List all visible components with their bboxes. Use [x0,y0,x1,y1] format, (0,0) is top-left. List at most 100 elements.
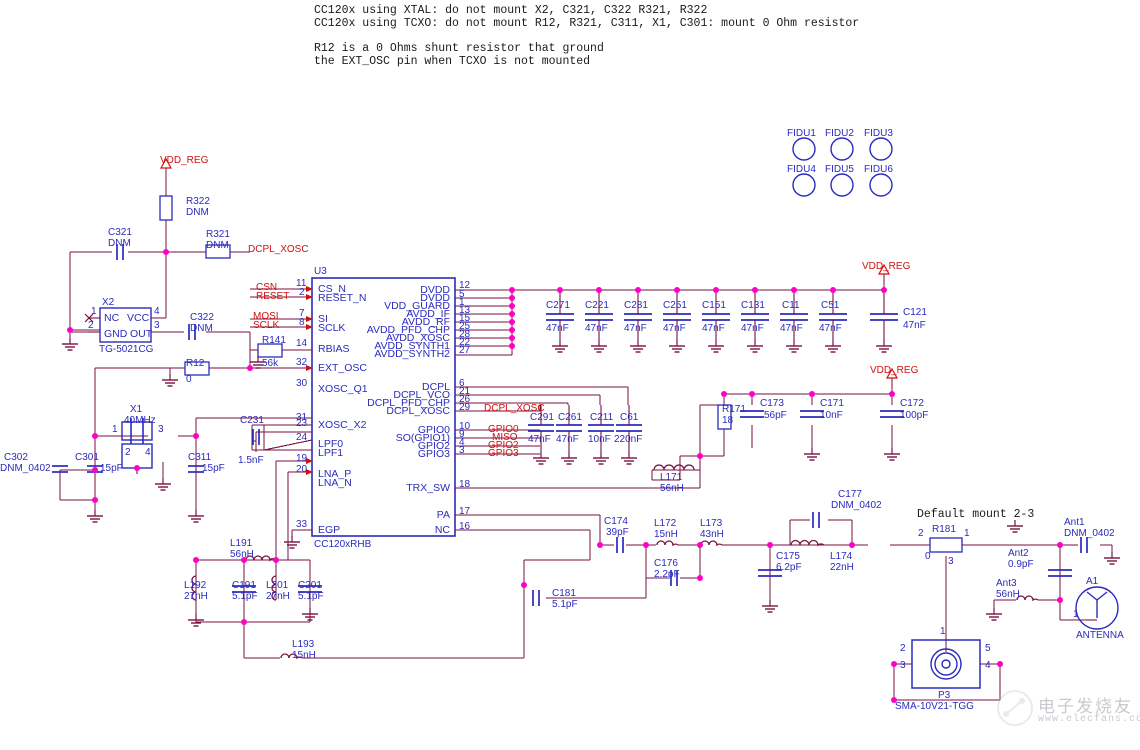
label-r322-val: DNM [186,207,209,218]
label-c291-ref: C291 [530,412,554,423]
sma-pinnum-4: 4 [985,660,991,671]
label-c221-val: 47nF [585,323,608,334]
label-c177-val: DNM_0402 [831,500,882,511]
resistor-r322 [159,195,173,221]
label-c181-val: 5.1pF [552,599,578,610]
ic-pin-gpio3: GPIO3 [417,448,450,460]
label-c171-val: 10nF [820,410,843,421]
net-label-gpio3: GPIO3 [488,448,519,459]
ic-part-number: CC120xRHB [314,539,372,550]
ic-pinnum-23: 23 [296,418,308,429]
label-c174-ref: C174 [604,516,628,527]
label-l174-ref: L174 [830,551,853,562]
ic-pinnum-3: 3 [459,445,465,456]
ic-pin-pa: PA [436,509,450,521]
label-c271-val: 47nF [546,323,569,334]
ic-pinnum-33: 33 [296,519,308,530]
note-line-3: R12 is a 0 Ohms shunt resistor that grou… [314,42,604,55]
label-c261-ref: C261 [558,412,582,423]
label-c131-val: 47nF [741,323,764,334]
antenna-symbol [1075,586,1119,630]
label-c231-ref: C231 [240,415,264,426]
label-c61-val: 220nF [614,434,643,445]
label-c171-ref: C171 [820,398,844,409]
label-c176-val: 2.2pF [654,569,680,580]
xtal-pinnum-1: 1 [112,424,118,435]
label-c11-val: 47nF [780,323,803,334]
net-label-vdd-reg-2: VDD_REG [862,261,911,272]
ic-pin-nc: NC [434,524,450,536]
net-label-vdd-reg-3: VDD_REG [870,365,919,376]
label-c121-ref: C121 [903,307,927,318]
ic-pin-avdd-synth2: AVDD_SYNTH2 [374,348,450,360]
label-c322-ref: C322 [190,312,214,323]
label-c251-ref: C251 [663,300,687,311]
schematic-sheet: CC120x using XTAL: do not mount X2, C321… [0,0,1140,750]
label-l201-ref: L201 [266,580,289,591]
ic-pinnum-17: 17 [459,506,471,517]
label-l172-ref: L172 [654,518,677,529]
ic-pinnum-14: 14 [296,338,308,349]
label-c311-val: 15pF [202,463,225,474]
label-default-mount: Default mount 2-3 [917,508,1035,521]
label-x1-val: 40MHz [124,415,156,426]
label-r171-ref: R171 [722,404,746,415]
label-c301-ref: C301 [75,452,99,463]
label-c173-ref: C173 [760,398,784,409]
label-c301-val: 15pF [100,463,123,474]
label-c302-ref: C302 [4,452,28,463]
label-c311-ref: C311 [188,452,212,463]
label-x2-part: TG-5021CG [99,344,154,355]
label-ant2-ref: Ant2 [1008,548,1029,559]
label-c121-val: 47nF [903,320,926,331]
label-c281-ref: C281 [624,300,648,311]
label-c11-ref: C11 [782,300,800,311]
ic-pinnum-24: 24 [296,432,308,443]
label-a1-ref: A1 [1086,576,1099,587]
label-c302-val: DNM_0402 [0,463,51,474]
r181-pinnum-2: 2 [918,528,924,539]
label-l192-val: 27nH [184,591,208,602]
label-c61-ref: C61 [620,412,639,423]
label-c51-val: 47nF [819,323,842,334]
ic-pinnum-16: 16 [459,521,471,532]
schematic-wires [52,137,1121,703]
label-ant3-val: 56nH [996,589,1020,600]
label-c291-val: 47nF [528,434,551,445]
sma-pinnum-5: 5 [985,643,991,654]
label-c201-ref: C201 [298,580,322,591]
label-c51-ref: C51 [821,300,840,311]
label-l193-val: 15nH [292,650,316,661]
note-line-1: CC120x using XTAL: do not mount X2, C321… [314,4,708,17]
label-c181-ref: C181 [552,588,576,599]
label-r12-ref: R12 [186,358,205,369]
r181-pinnum-1: 1 [964,528,970,539]
label-c176-ref: C176 [654,558,678,569]
label-c321-ref: C321 [108,227,132,238]
label-l193-ref: L193 [292,639,315,650]
label-c281-val: 47nF [624,323,647,334]
label-r141-val: 56k [262,358,279,369]
ic-pinnum-2: 2 [299,287,305,298]
ic-pinnum-32: 32 [296,357,308,368]
label-l171-val: 56nH [660,483,684,494]
label-fidu5: FIDU5 [825,164,854,175]
r181-pinnum-3: 3 [948,556,954,567]
note-line-2: CC120x using TCXO: do not mount R12, R32… [314,17,860,30]
sma-pinnum-1: 1 [940,626,946,637]
label-r181-val: 0 [925,551,931,562]
xtal-pinnum-2: 2 [125,447,131,458]
label-p3-part: SMA-10V21-TGG [895,701,974,712]
label-c175-ref: C175 [776,551,800,562]
tcxo-pinnum-2: 2 [88,320,94,331]
label-c201-val: 5.1pF [298,591,324,602]
label-c172-val: 100pF [900,410,929,421]
label-c221-ref: C221 [585,300,609,311]
label-l173-val: 43nH [700,529,724,540]
label-c151-ref: C151 [702,300,726,311]
label-x2-ref: X2 [102,297,115,308]
label-c175-val: 6.2pF [776,562,802,573]
label-l191-ref: L191 [230,538,253,549]
xtal-pinnum-4: 4 [145,447,151,458]
label-c131-ref: C131 [741,300,765,311]
